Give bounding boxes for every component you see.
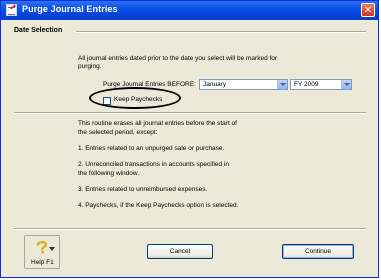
year-dropdown[interactable]: FY 2009 [290,79,352,90]
info-list-item: the following window. [78,170,140,177]
month-dropdown[interactable]: January [199,79,288,90]
app-icon [6,4,17,16]
info-text-line-2: the selected period, except: [78,129,158,136]
info-list-item: 3. Entries related to unreimbursed expen… [78,186,208,193]
info-list-item: 4. Paychecks, if the Keep Paychecks opti… [78,202,239,209]
close-icon: ✕ [363,5,373,16]
title-bar[interactable]: Purge Journal Entries ✕ [1,1,378,20]
section-label-date-selection: Date Selection [14,27,63,34]
help-icon [36,240,48,254]
highlight-ellipse [89,87,181,109]
month-dropdown-value: January [203,81,227,88]
purge-journal-entries-dialog: Purge Journal Entries ✕ Date Selection A… [0,0,379,278]
continue-button[interactable]: Continue [282,244,354,259]
info-list-item: 2. Unreconciled transactions in accounts… [78,161,230,168]
close-button[interactable]: ✕ [361,3,375,17]
chevron-down-icon [49,247,55,251]
divider-top [14,112,366,114]
info-text-line-1: This routine erases all journal entries … [78,120,237,127]
intro-text-line-2: purging. [78,63,102,70]
continue-button-label: Continue [304,248,332,255]
chevron-down-icon[interactable] [341,80,351,89]
cancel-button-label: Cancel [169,248,191,255]
chevron-down-icon[interactable] [277,80,287,89]
year-dropdown-value: FY 2009 [294,81,319,88]
help-button[interactable]: Help F1 [24,235,60,269]
divider-bottom [14,228,366,230]
info-list-item: 1. Entries related to an unpurged sale o… [78,145,225,152]
intro-text-line-1: All journal entries dated prior to the d… [78,55,278,62]
help-label: Help F1 [31,259,54,266]
cancel-button[interactable]: Cancel [147,244,213,259]
window-title: Purge Journal Entries [22,4,118,14]
group-rule [76,31,366,33]
